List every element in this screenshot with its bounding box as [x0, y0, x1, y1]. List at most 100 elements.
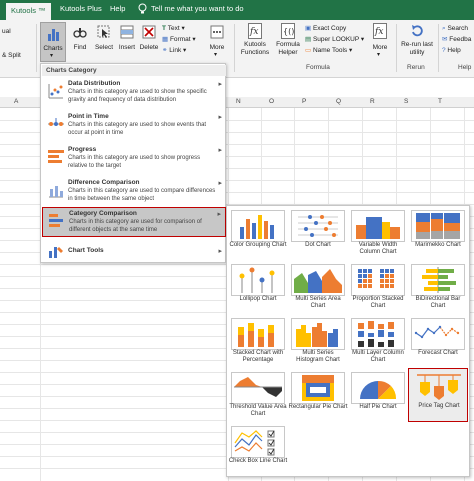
- chart-item-label: Stacked Chart with Percentage: [232, 350, 284, 363]
- menu-item-title: Chart Tools: [68, 247, 104, 254]
- proportion-stacked-chart-icon: [351, 264, 405, 296]
- more-icon: [210, 25, 224, 42]
- tab-help[interactable]: Help: [110, 4, 125, 13]
- chevron-right-icon: ▸: [218, 248, 222, 255]
- menu-item-chart-tools[interactable]: Chart Tools ▸: [42, 242, 226, 260]
- chevron-right-icon: ▸: [218, 81, 222, 88]
- column-header-n[interactable]: N: [236, 98, 241, 105]
- chart-item-label: Price Tag Chart: [418, 403, 460, 409]
- menu-item-data-distribution[interactable]: Data Distribution Charts in this categor…: [42, 78, 226, 111]
- chart-item-stacked-with-percentage[interactable]: Stacked Chart with Percentage: [228, 316, 288, 370]
- chart-item-price-tag[interactable]: Price Tag Chart: [408, 368, 468, 422]
- menu-item-difference-comparison[interactable]: Difference Comparison Charts in this cat…: [42, 177, 226, 210]
- lollipop-chart-icon: [231, 264, 285, 296]
- group-help-label: Help: [458, 64, 472, 71]
- svg-text:fx: fx: [249, 27, 258, 37]
- function-icon: fx: [248, 23, 262, 42]
- column-header-p[interactable]: P: [302, 98, 306, 105]
- chart-item-lollipop[interactable]: Lollipop Chart: [228, 262, 288, 316]
- more-button[interactable]: More ▾: [205, 22, 229, 62]
- check-box-line-chart-icon: [231, 426, 285, 458]
- multi-series-area-chart-icon: [291, 264, 345, 296]
- insert-rows-icon: [120, 25, 134, 42]
- chart-item-label: Color Grouping Chart: [229, 242, 287, 248]
- insert-label: Insert: [118, 44, 136, 51]
- format-menu[interactable]: ▦ Format ▾: [162, 36, 196, 44]
- menu-item-title: Difference Comparison: [68, 179, 140, 186]
- menu-item-category-comparison[interactable]: Category Comparison Charts in this categ…: [42, 207, 226, 237]
- chevron-right-icon: ▸: [218, 114, 222, 121]
- format-icon: ▦: [162, 36, 170, 43]
- menu-item-point-in-time[interactable]: Point in Time Charts in this category ar…: [42, 111, 226, 144]
- chart-item-variable-width-column[interactable]: Variable Width Column Chart: [348, 208, 408, 262]
- category-comparison-icon: [48, 212, 66, 230]
- super-lookup-label: Super LOOKUP: [312, 36, 360, 43]
- copy-icon: ▣: [305, 25, 313, 32]
- super-lookup-button[interactable]: ▤ Super LOOKUP ▾: [305, 36, 364, 44]
- name-tools-button[interactable]: ▭ Name Tools ▾: [305, 47, 352, 55]
- menu-item-description: Charts in this category are used to comp…: [68, 188, 216, 202]
- column-header-t[interactable]: T: [438, 98, 442, 105]
- menu-item-description: Charts in this category are used for com…: [69, 219, 202, 233]
- chart-item-multi-series-area[interactable]: Multi Series Area Chart: [288, 262, 348, 316]
- chevron-right-icon: ▸: [218, 180, 222, 187]
- chart-item-rectangular-pie[interactable]: Rectangular Pie Chart: [288, 370, 348, 424]
- menu-item-progress[interactable]: Progress Charts in this category are use…: [42, 144, 226, 177]
- chart-item-label: Threshold Value Area Chart: [229, 404, 287, 417]
- chevron-down-icon: ▾: [377, 52, 381, 58]
- chart-item-label: Proportion Stacked Chart: [352, 296, 404, 309]
- text-menu[interactable]: T Text ▾: [162, 25, 185, 33]
- column-header-a[interactable]: A: [14, 98, 18, 105]
- chart-item-multi-layer-column[interactable]: Multi Layer Column Chart: [348, 316, 408, 370]
- link-label: Link: [169, 47, 182, 54]
- charts-button[interactable]: Charts ▾: [40, 22, 66, 62]
- rectangular-pie-chart-icon: [291, 372, 345, 404]
- chart-item-label: Dot Chart: [305, 242, 331, 248]
- function-icon: fx: [373, 23, 387, 42]
- chart-item-forecast[interactable]: Forecast Chart: [408, 316, 468, 370]
- more-label: More: [209, 44, 225, 51]
- tab-kutools-plus[interactable]: Kutools Plus: [60, 4, 102, 13]
- half-pie-chart-icon: [351, 372, 405, 404]
- name-tag-icon: ▭: [305, 47, 313, 54]
- chart-item-multi-series-histogram[interactable]: Multi Series Histogram Chart: [288, 316, 348, 370]
- kutools-functions-button[interactable]: fx Kutools Functions: [238, 22, 272, 62]
- find-button[interactable]: Find: [70, 22, 90, 62]
- tell-me-search[interactable]: Tell me what you want to do: [151, 4, 244, 13]
- group-formula-label: Formula: [306, 64, 330, 71]
- find-label: Find: [73, 44, 87, 51]
- chart-item-proportion-stacked[interactable]: Proportion Stacked Chart: [348, 262, 408, 316]
- column-header-q[interactable]: Q: [336, 98, 341, 105]
- rerun-button[interactable]: Re-run last utility: [400, 22, 434, 62]
- help-button[interactable]: ? Help: [442, 47, 461, 55]
- chart-item-threshold-value-area[interactable]: Threshold Value Area Chart: [228, 370, 288, 424]
- more-formula-button[interactable]: fx More ▾: [368, 22, 392, 62]
- marimekko-chart-icon: [411, 210, 465, 242]
- column-header-r[interactable]: R: [370, 98, 375, 105]
- rerun-label: Re-run last utility: [401, 41, 433, 56]
- select-button[interactable]: Select: [93, 22, 115, 62]
- search-button[interactable]: ⌕ Search: [442, 25, 468, 33]
- select-cursor-icon: [97, 25, 111, 42]
- chart-item-marimekko[interactable]: Marimekko Chart: [408, 208, 468, 262]
- chevron-down-icon: ▾: [50, 53, 54, 59]
- charts-icon: [47, 26, 61, 45]
- formula-helper-button[interactable]: {()} Formula Helper: [274, 22, 302, 62]
- chart-item-check-box-line[interactable]: Check Box Line Chart: [228, 424, 288, 478]
- stacked-chart-with-percentage-icon: [231, 318, 285, 350]
- chart-item-bidirectional-bar[interactable]: BiDirectional Bar Chart: [408, 262, 468, 316]
- chart-item-color-grouping[interactable]: Color Grouping Chart: [228, 208, 288, 262]
- tab-kutools[interactable]: Kutools ™: [6, 3, 51, 20]
- chart-item-label: Half Pie Chart: [359, 404, 397, 410]
- chart-item-half-pie[interactable]: Half Pie Chart: [348, 370, 408, 424]
- insert-button[interactable]: Insert: [117, 22, 137, 62]
- chart-item-dot[interactable]: Dot Chart: [288, 208, 348, 262]
- delete-button[interactable]: Delete: [139, 22, 159, 62]
- column-header-o[interactable]: O: [269, 98, 274, 105]
- column-header-s[interactable]: S: [404, 98, 408, 105]
- feedback-button[interactable]: ✉ Feedba: [442, 36, 471, 44]
- link-menu[interactable]: ⚭ Link ▾: [162, 47, 186, 55]
- bidirectional-bar-chart-icon: [411, 264, 465, 296]
- ribbon-fragment-2[interactable]: & Split: [2, 52, 21, 60]
- exact-copy-button[interactable]: ▣ Exact Copy: [305, 25, 346, 33]
